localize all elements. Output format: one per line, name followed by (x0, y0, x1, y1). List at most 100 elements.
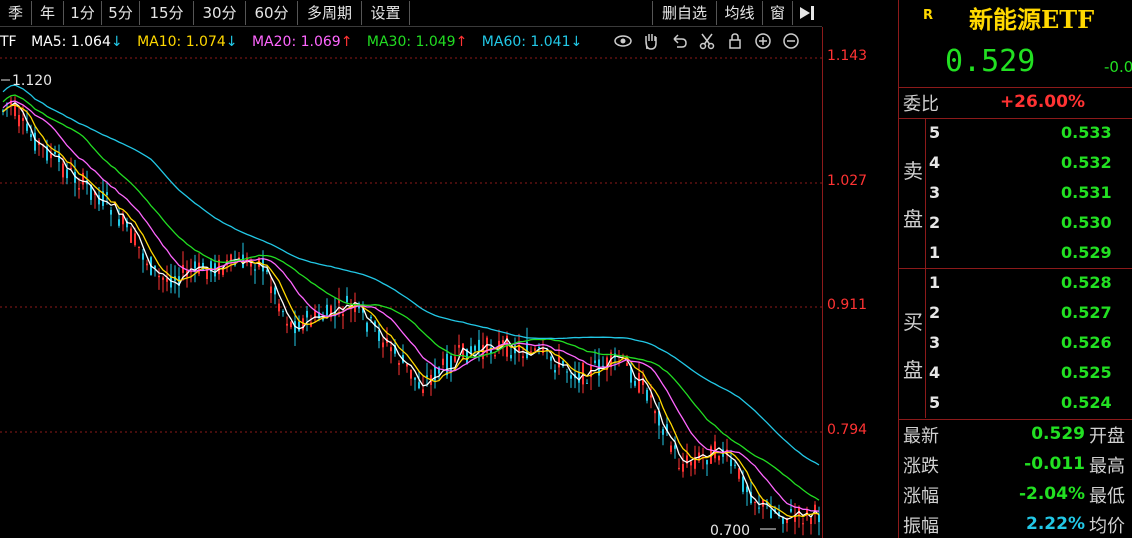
candle-body (162, 277, 164, 280)
candle-body (118, 219, 120, 226)
candle-body (422, 389, 424, 393)
period-season-button[interactable]: 季 (0, 1, 32, 25)
candle-body (54, 152, 56, 154)
axis-label-1027: 1.027 (827, 173, 868, 189)
lock-icon[interactable] (724, 31, 746, 53)
sell-side-label-2: 盘 (903, 207, 923, 231)
ma30-legend: MA30: 1.049↑ (366, 34, 468, 50)
sell-level-2[interactable]: 2 0.530 (929, 209, 1129, 239)
candle-body (290, 322, 292, 328)
zoom-in-icon[interactable] (752, 31, 774, 53)
candle-body (446, 353, 448, 376)
sell-level-4[interactable]: 4 0.532 (929, 149, 1129, 179)
current-price: 0.529 (945, 44, 1036, 79)
candle-body (342, 314, 344, 317)
buy-side-label-1: 买 (903, 310, 923, 334)
candle-body (442, 358, 444, 366)
moving-average-line (2, 101, 820, 521)
buy-level-4[interactable]: 4 0.525 (929, 359, 1129, 389)
period-15min-button[interactable]: 15分 (140, 1, 194, 25)
candle-body (790, 509, 792, 512)
candle-body (758, 507, 760, 509)
candle-body (62, 163, 64, 178)
hand-icon[interactable] (640, 31, 662, 53)
candle-body (382, 342, 384, 348)
period-5min-button[interactable]: 5分 (102, 1, 140, 25)
moving-average-line (2, 104, 820, 518)
ma-legend: TF MA5: 1.064↓ MA10: 1.074↓ MA20: 1.069↑… (0, 30, 592, 54)
candle-body (494, 354, 496, 357)
candle-body (754, 502, 756, 503)
period-60min-button[interactable]: 60分 (246, 1, 298, 25)
candle-body (138, 246, 140, 248)
candle-body (254, 269, 256, 271)
candle-body (646, 389, 648, 401)
candle-body (146, 263, 148, 266)
eye-icon[interactable] (612, 31, 634, 53)
candle-body (66, 169, 68, 179)
candle-body (26, 123, 28, 131)
candle-body (770, 509, 772, 519)
candle-body (326, 304, 328, 316)
candle-body (734, 464, 736, 466)
window-button[interactable]: 窗 (762, 1, 792, 25)
candle-body (538, 347, 540, 348)
candle-body (106, 192, 108, 195)
candle-body (286, 323, 288, 326)
buy-level-2[interactable]: 2 0.527 (929, 299, 1129, 329)
candle-body (50, 153, 52, 159)
scissors-icon[interactable] (696, 31, 718, 53)
candle-body (378, 329, 380, 341)
margin-badge: R (923, 8, 934, 23)
candle-body (410, 369, 412, 379)
undo-icon[interactable] (668, 31, 690, 53)
buy-level-1[interactable]: 1 0.528 (929, 269, 1129, 299)
candle-body (554, 370, 556, 373)
candle-body (730, 459, 732, 467)
price-axis: 1.143 1.027 0.911 0.794 (822, 27, 898, 538)
expand-panel-icon[interactable] (792, 1, 820, 25)
period-year-button[interactable]: 年 (32, 1, 64, 25)
candle-body (566, 371, 568, 373)
candle-body (818, 514, 820, 523)
candle-body (282, 311, 284, 313)
period-1min-button[interactable]: 1分 (64, 1, 102, 25)
candle-body (278, 303, 280, 312)
ma10-legend: MA10: 1.074↓ (137, 34, 238, 50)
sell-level-5[interactable]: 5 0.533 (929, 119, 1129, 149)
candle-body (794, 516, 796, 522)
moving-average-button[interactable]: 均线 (716, 1, 762, 25)
candle-body (270, 286, 272, 294)
candle-body (366, 322, 368, 332)
candle-body (570, 375, 572, 379)
candle-body (22, 118, 24, 121)
axis-label-0794: 0.794 (827, 422, 868, 438)
candle-body (654, 410, 656, 414)
ma20-legend: MA20: 1.069↑ (251, 34, 353, 50)
commission-ratio-row: 委比 +26.00% (903, 92, 1085, 115)
zoom-out-icon[interactable] (780, 31, 802, 53)
candle-body (390, 347, 392, 352)
buy-level-5[interactable]: 5 0.524 (929, 389, 1129, 419)
period-toolbar: 季 年 1分 5分 15分 30分 60分 多周期 设置 删自选 均线 窗 (0, 0, 822, 27)
candlestick-chart[interactable]: 1.120 0.700 (0, 55, 822, 538)
candle-body (78, 188, 80, 190)
buy-level-3[interactable]: 3 0.526 (929, 329, 1129, 359)
axis-label-0911: 0.911 (827, 297, 868, 313)
multi-period-button[interactable]: 多周期 (298, 1, 362, 25)
low-price-label: 0.700 (710, 523, 750, 538)
settings-button[interactable]: 设置 (362, 1, 410, 25)
period-30min-button[interactable]: 30分 (194, 1, 246, 25)
candle-body (134, 233, 136, 246)
candle-body (274, 287, 276, 295)
candle-body (414, 377, 416, 380)
remove-watchlist-button[interactable]: 删自选 (652, 1, 716, 25)
stat-amplitude-row: 振幅 2.22% 均价 (903, 514, 1125, 537)
candle-body (142, 253, 144, 260)
candle-body (706, 460, 708, 465)
sell-level-3[interactable]: 3 0.531 (929, 179, 1129, 209)
sell-level-1[interactable]: 1 0.529 (929, 239, 1129, 269)
quote-header: R 新能源ETF (899, 0, 1132, 34)
candle-body (478, 339, 480, 352)
candle-body (742, 476, 744, 492)
